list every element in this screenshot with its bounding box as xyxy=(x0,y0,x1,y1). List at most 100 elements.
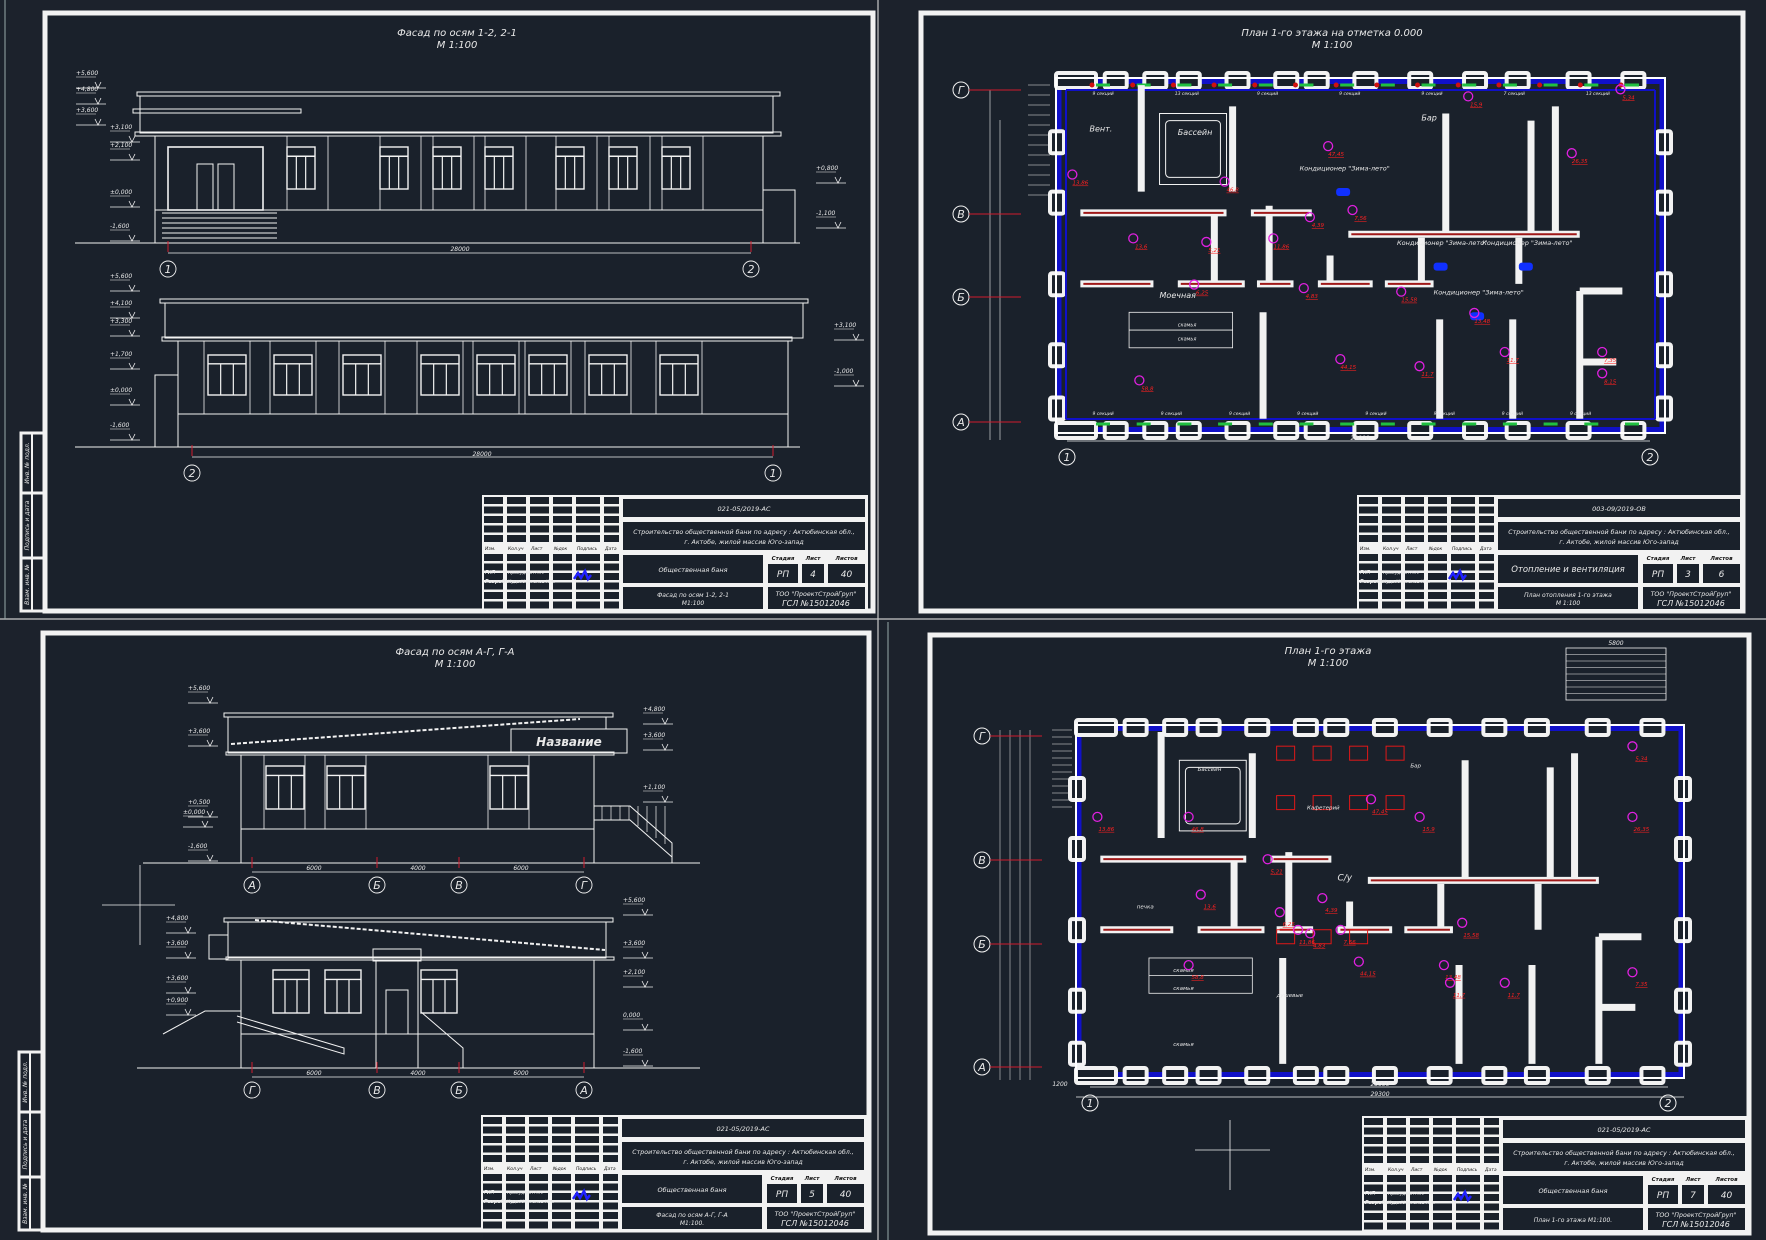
title-block-cell xyxy=(483,1174,502,1181)
title-block-cell xyxy=(1433,1146,1452,1154)
title-block-cell xyxy=(553,525,572,533)
title-block-stage-value: РП xyxy=(1657,1191,1669,1201)
title-block-cell xyxy=(1382,497,1401,504)
title-block-stage-header: Листов xyxy=(1714,1177,1738,1183)
room-area-label: 13,6 xyxy=(1204,905,1217,911)
title-block-cell xyxy=(604,535,619,542)
room-area-label: 8,15 xyxy=(1604,379,1617,385)
room-area-label: 11,7 xyxy=(1507,358,1520,364)
wall-pier xyxy=(1639,718,1666,737)
level-mark-label: ±0,000 xyxy=(110,189,132,196)
title-block-cell xyxy=(530,554,549,561)
title-block-cell xyxy=(507,535,526,542)
wall-pier xyxy=(1273,421,1300,440)
title-block-cell xyxy=(575,1202,599,1210)
title-block-cell xyxy=(506,1221,525,1229)
title-block-cell xyxy=(1364,1156,1383,1163)
wall-pier xyxy=(1244,1066,1271,1085)
title-block-stage-header: Лист xyxy=(1685,1177,1702,1183)
title-block-cell xyxy=(575,1117,599,1124)
cad-viewport[interactable]: Инв. № подл. Подпись и дата Взам. инв. № Ин… xyxy=(0,0,1766,1240)
dimension-label: 4000 xyxy=(410,865,425,872)
axis-label: 2 xyxy=(1665,1097,1672,1110)
title-block-cell xyxy=(552,1193,571,1200)
room-name: С/у xyxy=(1337,873,1352,883)
title-block-cell xyxy=(1451,525,1475,533)
title-block-cell xyxy=(552,1212,571,1219)
title-block-cell xyxy=(552,1221,571,1229)
title-block-cell xyxy=(1451,497,1475,504)
axis-label: В xyxy=(373,1084,381,1097)
axis-label: В xyxy=(455,879,463,892)
title-block-cell xyxy=(1451,516,1475,523)
title-block-cell xyxy=(1433,1175,1452,1182)
title-block-cell xyxy=(603,1212,618,1219)
room-area-label: 58,8 xyxy=(1141,386,1154,392)
axis-label: В xyxy=(978,854,986,867)
title-block-cell xyxy=(1479,506,1494,514)
wall-pier xyxy=(1426,718,1453,737)
title-block-cell xyxy=(1433,1213,1452,1220)
level-mark-label: -1,100 xyxy=(816,210,836,217)
title-block-cell xyxy=(576,506,600,514)
title-block-cell xyxy=(1359,525,1378,533)
title-block-cell xyxy=(1456,1118,1480,1125)
wall-pier xyxy=(1523,1066,1550,1085)
title-block-cell xyxy=(1479,592,1494,599)
title-block-cell xyxy=(1410,1118,1429,1125)
room-area-label: 44,15 xyxy=(1360,972,1376,978)
title-block-cell xyxy=(506,1117,525,1124)
title-block-cell xyxy=(575,1212,599,1219)
title-block-cell xyxy=(507,516,526,523)
title-block-role: ГИП xyxy=(484,1190,495,1196)
radiator-label: 9 секций xyxy=(1434,411,1455,417)
title-block-cell xyxy=(604,554,619,561)
title-block-stage-header: Стадия xyxy=(1652,1177,1675,1183)
title-block-cell xyxy=(530,516,549,523)
title-block-cell xyxy=(604,506,619,514)
title-block-cell xyxy=(603,1155,618,1162)
title-block-cell xyxy=(530,525,549,533)
room-name: Бассейн xyxy=(1198,767,1222,773)
title-block-cell xyxy=(575,1126,599,1134)
dimension-label: 6000 xyxy=(306,1070,321,1077)
title-block-cell xyxy=(576,563,600,571)
wall-pier xyxy=(1162,718,1189,737)
level-mark-label: -1,600 xyxy=(623,1048,643,1055)
title-block-cell xyxy=(1428,601,1447,609)
title-block-cell xyxy=(1456,1184,1480,1192)
title-block-cell xyxy=(1382,592,1401,599)
title-block-cell xyxy=(1456,1175,1480,1182)
title-block-cell xyxy=(1359,506,1378,514)
title-block-object: Общественная баня xyxy=(1538,1187,1607,1195)
title-block-stage-value: 7 xyxy=(1690,1191,1696,1201)
title-block-cell xyxy=(484,516,503,523)
title-block-cell xyxy=(484,592,503,599)
wall-pier xyxy=(1352,71,1379,90)
level-mark-label: +0,500 xyxy=(188,799,210,806)
title-block-company: ТОО "ПроектСтройГруп" xyxy=(1651,591,1732,598)
title-block-cell xyxy=(553,592,572,599)
axis-label: Б xyxy=(455,1084,463,1097)
title-block-column-header: №док xyxy=(1433,1167,1448,1173)
valve-icon xyxy=(1415,82,1421,88)
title-block-cell xyxy=(1405,516,1424,523)
title-block-cell xyxy=(506,1126,525,1134)
room-area-label: 7,56 xyxy=(1354,216,1367,222)
level-mark-label: +4,800 xyxy=(643,706,665,713)
title-block-cell xyxy=(1359,592,1378,599)
title-block-cell xyxy=(484,525,503,533)
room-area-label: 58,8 xyxy=(1191,975,1204,981)
level-mark-label: +1,100 xyxy=(643,784,665,791)
title-block-column-header: Лист xyxy=(1405,546,1418,552)
room-area-label: 26,35 xyxy=(1634,827,1650,833)
title-block-name: Прокудкин А.А. xyxy=(508,570,545,576)
title-block-cell xyxy=(1428,592,1447,599)
title-block-cell xyxy=(576,601,600,609)
level-mark-label: +3,300 xyxy=(110,318,132,325)
title-block-cell xyxy=(1484,1213,1499,1220)
room-area-label: 13,86 xyxy=(1072,181,1088,187)
title-block-name: Прокудкин А.А. xyxy=(507,1190,544,1196)
valve-icon xyxy=(1537,82,1543,88)
title-block-cell xyxy=(1359,497,1378,504)
